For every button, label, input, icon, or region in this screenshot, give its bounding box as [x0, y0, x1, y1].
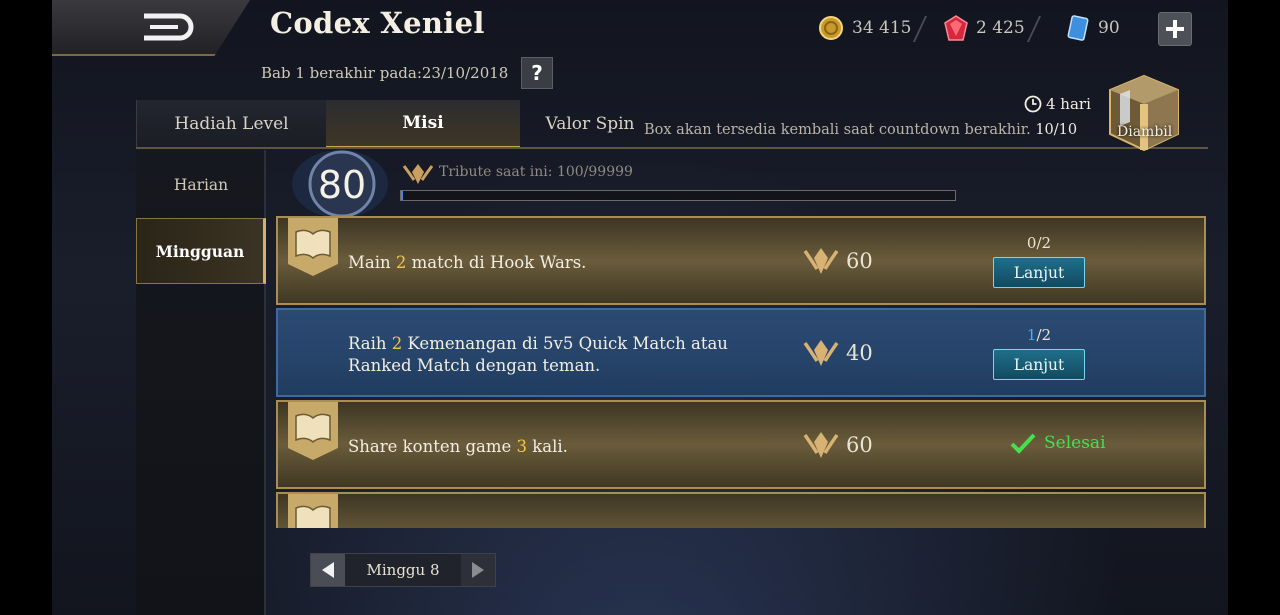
tribute-progress-bar — [400, 190, 956, 201]
sidebar-item-harian[interactable]: Harian — [136, 152, 266, 218]
mission-progress: 0/2 — [1026, 234, 1052, 252]
mission-card: Main 2 match di Hook Wars. 60 0/2 Lanjut — [276, 216, 1206, 305]
sidebar-item-mingguan[interactable]: Mingguan — [136, 218, 266, 284]
mission-progress: 1/2 — [1026, 326, 1052, 344]
red-diamond-icon — [944, 15, 968, 41]
clock-icon — [1024, 95, 1042, 113]
gold-amount: 34 415 — [852, 18, 912, 38]
next-week-button[interactable] — [461, 554, 495, 586]
diamond-resource: 2 425 — [944, 14, 1041, 42]
mission-card — [276, 492, 1206, 528]
tab-misi[interactable]: Misi — [326, 100, 520, 148]
voucher-resource: 90 — [1066, 14, 1120, 42]
tribute-laurel-icon — [402, 164, 434, 184]
book-icon — [288, 494, 338, 528]
prev-week-button[interactable] — [311, 554, 345, 586]
mission-card: Raih 2 Kemenangan di 5v5 Quick Match ata… — [276, 308, 1206, 397]
week-selector: Minggu 8 — [310, 553, 496, 587]
mission-list: Main 2 match di Hook Wars. 60 0/2 Lanjut… — [276, 216, 1206, 528]
week-label: Minggu 8 — [366, 561, 440, 579]
lanjut-button[interactable]: Lanjut — [993, 257, 1085, 288]
gold-coin-icon — [819, 16, 843, 40]
tribute-laurel-icon — [803, 432, 839, 458]
tribute-progress-fill — [401, 191, 404, 200]
help-button[interactable]: ? — [521, 57, 553, 89]
mission-description: Raih 2 Kemenangan di 5v5 Quick Match ata… — [348, 333, 728, 375]
reward-value: 60 — [846, 433, 873, 457]
completed-label: Selesai — [1044, 433, 1106, 453]
reward-value: 40 — [846, 341, 873, 365]
chest-claim-label: Diambil — [1117, 124, 1173, 140]
chevron-right-icon — [472, 562, 484, 578]
add-currency-button[interactable] — [1158, 12, 1192, 46]
countdown-text: 4 hari — [1046, 95, 1091, 113]
mission-card: Share konten game 3 kali. 60 Selesai — [276, 400, 1206, 489]
back-button[interactable] — [138, 10, 196, 44]
tab-hadiah-level[interactable]: Hadiah Level — [136, 100, 326, 148]
mission-sidebar: Harian Mingguan — [136, 150, 266, 615]
voucher-amount: 90 — [1098, 18, 1120, 38]
level-emblem-icon: 80 — [292, 150, 388, 218]
plus-icon — [1166, 20, 1184, 38]
tab-valor-spin[interactable]: Valor Spin — [520, 100, 660, 148]
season-end-text: Bab 1 berakhir pada:23/10/2018 — [261, 64, 509, 82]
mission-description: Main 2 match di Hook Wars. — [348, 252, 587, 272]
right-letterbox — [1228, 0, 1280, 615]
gold-resource: 34 415 — [818, 14, 928, 42]
book-icon — [288, 402, 338, 460]
tribute-laurel-icon — [803, 248, 839, 274]
back-arrow-icon — [144, 13, 194, 41]
mission-reward: 40 — [802, 337, 873, 369]
lanjut-button[interactable]: Lanjut — [993, 349, 1085, 380]
left-letterbox — [0, 0, 52, 615]
treasure-chest-icon — [1109, 74, 1179, 152]
box-note-text: Box akan tersedia kembali saat countdown… — [644, 122, 1031, 138]
reward-value: 60 — [846, 249, 873, 273]
mission-description: Share konten game 3 kali. — [348, 436, 568, 456]
blue-ticket-icon — [1067, 15, 1089, 41]
tribute-text: Tribute saat ini: 100/99999 — [439, 164, 633, 180]
tab-divider — [136, 147, 1208, 149]
box-countdown: 4 hari — [1024, 95, 1091, 113]
mission-completed: Selesai — [1010, 432, 1106, 454]
book-icon — [288, 218, 338, 276]
page-title: Codex Xeniel — [270, 6, 485, 40]
tribute-laurel-icon — [803, 340, 839, 366]
diamond-amount: 2 425 — [976, 18, 1025, 38]
level-number: 80 — [318, 163, 366, 207]
chevron-left-icon — [322, 562, 334, 578]
box-count: 10/10 — [1035, 122, 1078, 138]
level-medal: 80 — [288, 150, 392, 220]
checkmark-icon — [1010, 433, 1036, 454]
mission-reward: 60 — [802, 429, 873, 461]
mission-reward: 60 — [802, 245, 873, 277]
box-note: Box akan tersedia kembali saat countdown… — [644, 122, 1077, 138]
reward-chest[interactable] — [1100, 70, 1188, 154]
